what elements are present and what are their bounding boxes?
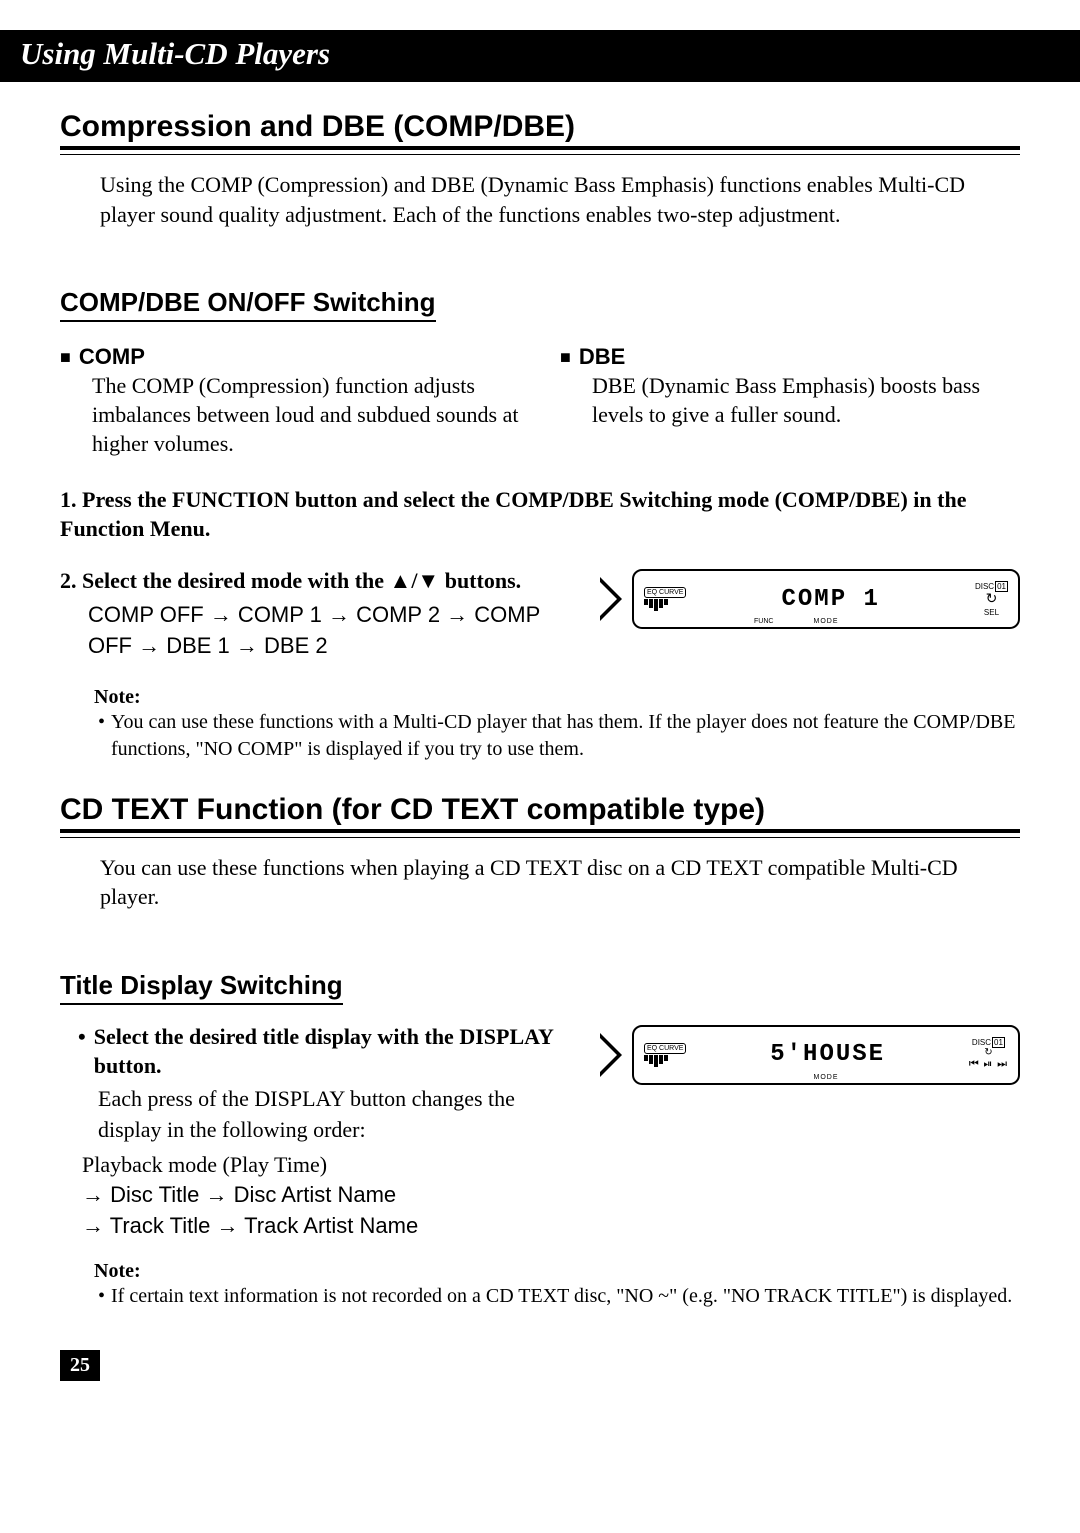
eq-curve-label: EQ CURVE (644, 587, 686, 598)
dbe-heading: ■ DBE (560, 344, 1020, 370)
square-bullet-icon: ■ (560, 347, 571, 367)
step-2: 2. Select the desired mode with the ▲/▼ … (60, 567, 570, 596)
repeat-icon: ↻ (969, 1047, 1008, 1058)
subheading-title-display: Title Display Switching (60, 970, 343, 1005)
title-display-body-1: Each press of the DISPLAY button changes… (98, 1084, 570, 1146)
bullet-icon: • (78, 1023, 86, 1080)
lcd-illustration-title: EQ CURVE 5'HOUSE DISC01 ↻ ⏮ ⏯ ⏭ MODE (600, 1025, 1020, 1085)
disc-label: DISC01 (975, 582, 1008, 591)
section1-intro: Using the COMP (Compression) and DBE (Dy… (100, 170, 1020, 229)
bullet-icon: • (98, 1283, 105, 1310)
title-display-sequence-3: → Track Title → Track Artist Name (82, 1211, 570, 1242)
comp-heading-label: COMP (79, 344, 145, 369)
section-heading-compression: Compression and DBE (COMP/DBE) (60, 110, 1020, 150)
step-2-sequence: COMP OFF → COMP 1 → COMP 2 → COMP OFF → … (88, 600, 570, 662)
lcd-panel: EQ CURVE COMP 1 DISC01 ↻ SEL FUNC (632, 569, 1020, 629)
title-display-step: • Select the desired title display with … (78, 1023, 570, 1080)
step-2-number: 2. (60, 568, 77, 593)
lcd-main-text: COMP 1 (696, 586, 965, 613)
step-1-number: 1. (60, 487, 77, 512)
note-1-body: You can use these functions with a Multi… (111, 709, 1020, 763)
lcd-panel: EQ CURVE 5'HOUSE DISC01 ↻ ⏮ ⏯ ⏭ MODE (632, 1025, 1020, 1085)
lcd-main-text: 5'HOUSE (696, 1041, 958, 1068)
note-label-1: Note: (94, 686, 1020, 709)
section2-intro: You can use these functions when playing… (100, 853, 1020, 912)
mode-label: MODE (814, 1074, 839, 1081)
step-1-title: Press the FUNCTION button and select the… (60, 487, 966, 541)
title-display-step-title: Select the desired title display with th… (94, 1023, 570, 1080)
func-label: FUNC (754, 618, 773, 625)
dbe-body: DBE (Dynamic Bass Emphasis) boosts bass … (592, 372, 1020, 429)
note-2-body: If certain text information is not recor… (111, 1283, 1012, 1310)
disc-label: DISC01 (969, 1038, 1008, 1047)
subheading-comp-dbe-switching: COMP/DBE ON/OFF Switching (60, 287, 436, 322)
title-display-sequence-1: Playback mode (Play Time) (82, 1150, 570, 1181)
step-1: 1. Press the FUNCTION button and select … (60, 486, 1020, 543)
page-number: 25 (60, 1350, 100, 1381)
transport-icons: ⏮ ⏯ ⏭ (969, 1058, 1008, 1071)
triangle-right-icon (600, 1033, 622, 1077)
sel-label: SEL (984, 608, 999, 617)
triangle-right-icon (600, 577, 622, 621)
square-bullet-icon: ■ (60, 347, 71, 367)
repeat-icon: ↻ (986, 591, 998, 608)
eq-bars-icon (644, 599, 686, 611)
mode-label: MODE (814, 618, 839, 625)
comp-body: The COMP (Compression) function adjusts … (92, 372, 520, 458)
lcd-illustration-comp: EQ CURVE COMP 1 DISC01 ↻ SEL FUNC (600, 569, 1020, 629)
eq-bars-icon (644, 1055, 686, 1067)
step-2-title: Select the desired mode with the ▲/▼ but… (82, 568, 521, 593)
note-label-2: Note: (94, 1260, 1020, 1283)
section-heading-cdtext: CD TEXT Function (for CD TEXT compatible… (60, 793, 1020, 833)
dbe-heading-label: DBE (579, 344, 625, 369)
title-display-sequence-2: → Disc Title → Disc Artist Name (82, 1180, 570, 1211)
comp-heading: ■ COMP (60, 344, 520, 370)
bullet-icon: • (98, 709, 105, 763)
chapter-title: Using Multi-CD Players (0, 30, 1080, 82)
eq-curve-label: EQ CURVE (644, 1043, 686, 1054)
